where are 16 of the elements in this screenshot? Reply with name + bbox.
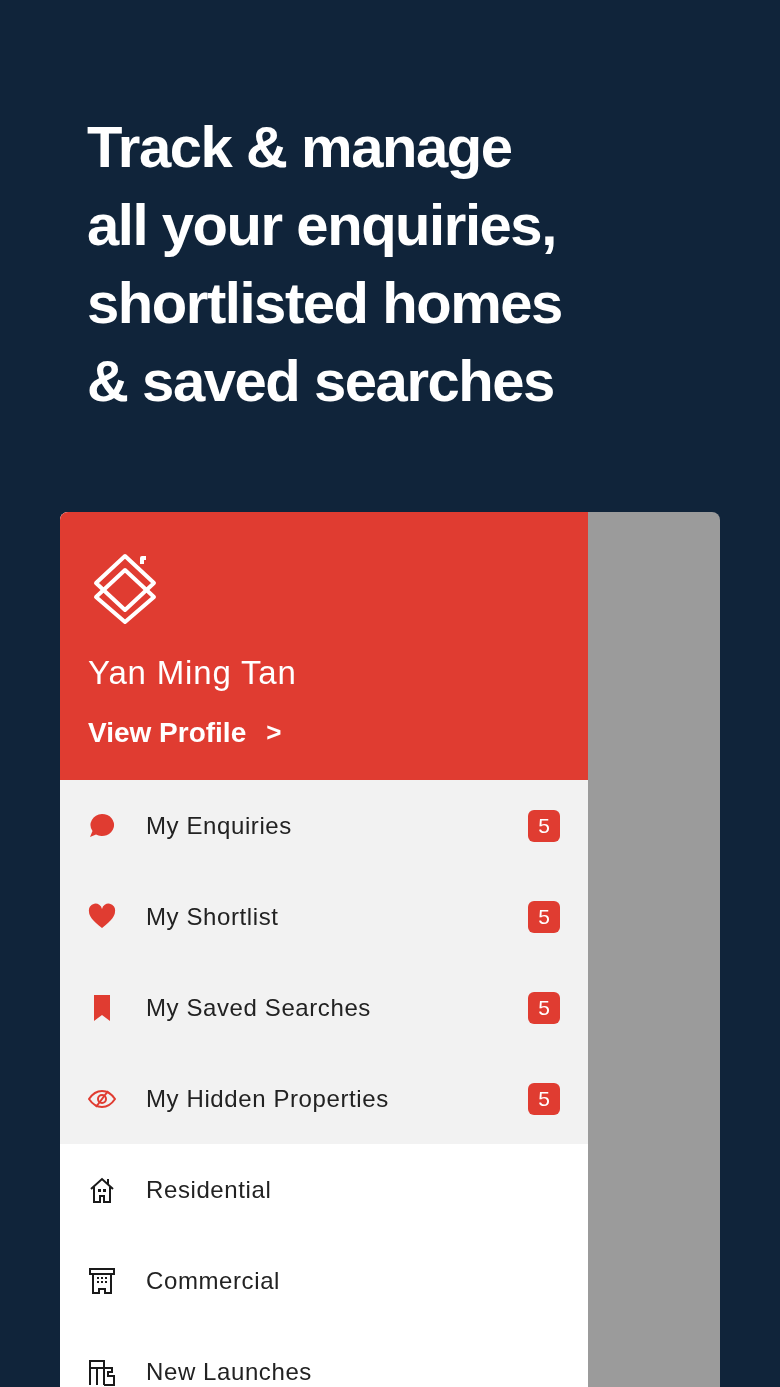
menu-item[interactable]: My Enquiries 5 [60, 780, 588, 871]
office-building-icon [88, 1266, 116, 1295]
menu-item[interactable]: My Shortlist 5 [60, 871, 588, 962]
menu-item[interactable]: My Saved Searches 5 [60, 962, 588, 1053]
count-badge: 5 [528, 991, 560, 1024]
user-name: Yan Ming Tan [88, 653, 297, 693]
count-badge: 5 [528, 900, 560, 933]
menu-item[interactable]: My Hidden Properties 5 [60, 1053, 588, 1144]
chat-bubble-icon [88, 811, 116, 840]
view-profile-link[interactable]: View Profile > [88, 711, 282, 754]
house-icon [88, 1175, 116, 1204]
headline: Track & manage all your enquiries, shortlisted homes & saved searches [87, 113, 563, 415]
heart-icon [88, 902, 116, 931]
count-badge: 5 [528, 809, 560, 842]
buildings-icon [88, 1357, 116, 1386]
count-badge: 5 [528, 1082, 560, 1115]
